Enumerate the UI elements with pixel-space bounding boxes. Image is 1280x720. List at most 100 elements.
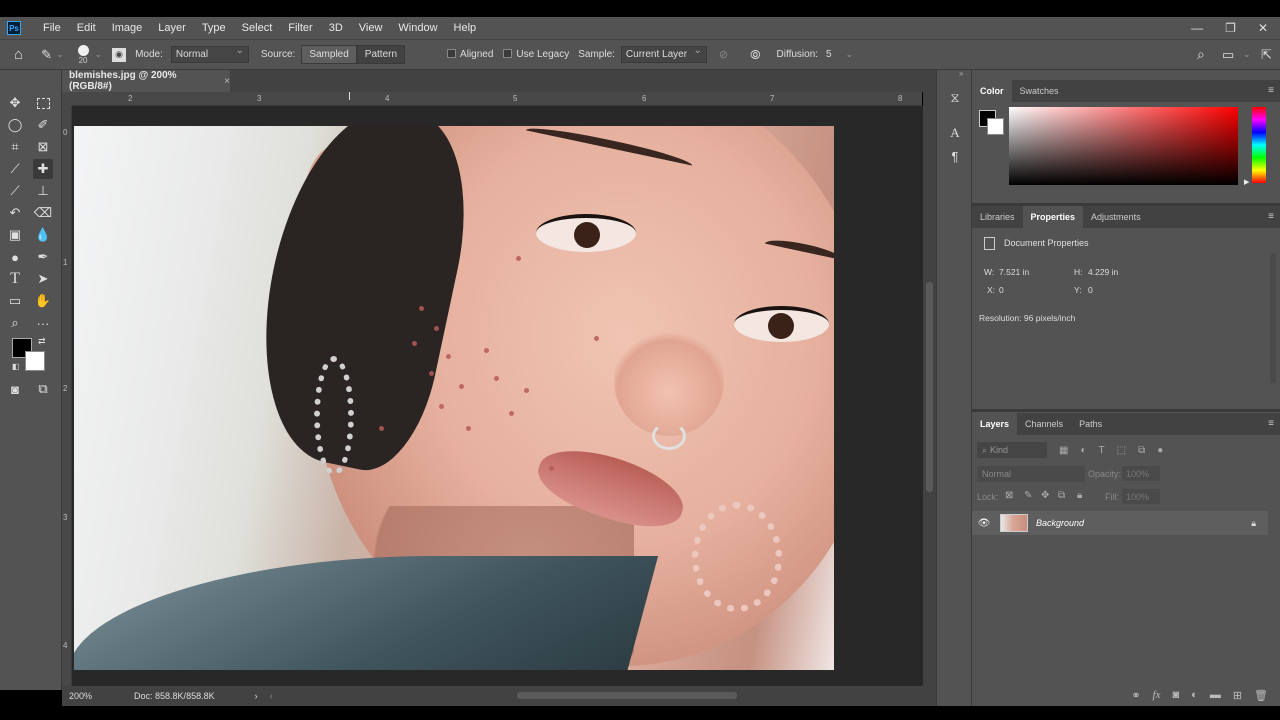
spot-healing-brush-icon[interactable]: ✎ xyxy=(41,47,52,63)
lock-transparent-icon[interactable]: ⊠ xyxy=(1005,490,1013,501)
menu-image[interactable]: Image xyxy=(104,22,151,34)
dodge-tool-icon[interactable]: ● xyxy=(5,247,25,267)
close-window-button[interactable]: ✕ xyxy=(1258,21,1268,35)
quick-mask-icon[interactable]: ◙ xyxy=(5,379,25,399)
use-legacy-option[interactable]: Use Legacy xyxy=(503,49,569,60)
height-value[interactable]: 4.229 in xyxy=(1088,267,1118,277)
menu-type[interactable]: Type xyxy=(194,22,234,34)
minimize-button[interactable]: — xyxy=(1191,21,1203,35)
menu-window[interactable]: Window xyxy=(390,22,445,34)
menu-layer[interactable]: Layer xyxy=(150,22,194,34)
eraser-tool-icon[interactable]: ⌫ xyxy=(33,203,53,223)
layer-visibility-eye-icon[interactable]: 👁︎ xyxy=(974,518,994,529)
lock-artboard-icon[interactable]: ⧉ xyxy=(1058,490,1065,501)
properties-panel-menu-icon[interactable]: ≡ xyxy=(1268,211,1274,222)
close-tab-icon[interactable]: × xyxy=(224,76,230,87)
menu-select[interactable]: Select xyxy=(234,22,281,34)
add-mask-icon[interactable]: ◙ xyxy=(1173,689,1180,701)
lasso-tool-icon[interactable]: ◯ xyxy=(5,115,25,135)
mode-select[interactable]: Normal xyxy=(170,45,249,63)
canvas-area[interactable] xyxy=(72,106,923,686)
swap-colors-icon[interactable]: ⇄ xyxy=(38,336,46,347)
filter-adjustment-icon[interactable]: ◐ xyxy=(1080,445,1086,456)
layer-lock-icon[interactable]: 🔒︎ xyxy=(1251,518,1256,529)
layer-row-background[interactable]: 👁︎ Background 🔒︎ xyxy=(972,511,1268,535)
document-tab[interactable]: blemishes.jpg @ 200% (RGB/8#) × xyxy=(62,70,230,92)
aligned-checkbox[interactable] xyxy=(447,49,457,58)
share-icon[interactable]: ⇱ xyxy=(1261,47,1272,63)
layer-style-icon[interactable]: fx xyxy=(1153,689,1161,701)
brush-dropdown-icon[interactable]: ⌄ xyxy=(95,49,103,60)
vertical-ruler[interactable]: 0 1 2 3 4 xyxy=(62,106,72,686)
color-spectrum[interactable] xyxy=(1009,107,1238,185)
screen-mode-icon[interactable]: ⧉ xyxy=(33,379,53,399)
healing-brush-tool-icon[interactable]: ✚ xyxy=(33,159,53,179)
filter-pixel-icon[interactable]: ▦ xyxy=(1059,445,1068,456)
color-panel-menu-icon[interactable]: ≡ xyxy=(1268,85,1274,96)
restore-button[interactable]: ❐ xyxy=(1225,21,1236,35)
opacity-input[interactable]: 100% xyxy=(1122,466,1160,481)
background-color-swatch[interactable] xyxy=(25,351,45,371)
lock-position-icon[interactable]: ✥ xyxy=(1041,490,1049,501)
brush-size-picker[interactable]: 20 xyxy=(77,44,89,65)
y-value[interactable]: 0 xyxy=(1088,285,1093,295)
blur-tool-icon[interactable]: 💧 xyxy=(33,225,53,245)
workspace-dropdown-icon[interactable]: ⌄ xyxy=(1243,49,1251,60)
eyedropper-tool-icon[interactable]: ⟋ xyxy=(5,159,25,179)
search-icon[interactable]: ⌕ xyxy=(1197,46,1205,63)
delete-layer-icon[interactable]: 🗑︎ xyxy=(1254,689,1268,702)
link-layers-icon[interactable]: ⚭ xyxy=(1131,689,1140,702)
document-image[interactable] xyxy=(74,126,834,670)
lock-image-icon[interactable]: ✎ xyxy=(1024,490,1032,501)
lock-all-icon[interactable]: 🔒︎ xyxy=(1077,490,1082,501)
menu-3d[interactable]: 3D xyxy=(321,22,351,34)
tab-swatches[interactable]: Swatches xyxy=(1012,80,1067,102)
paragraph-panel-icon[interactable]: ¶ xyxy=(947,148,963,164)
filter-shape-icon[interactable]: ⬚ xyxy=(1117,445,1126,456)
rectangle-tool-icon[interactable]: ▭ xyxy=(5,291,25,311)
zoom-level[interactable]: 200% xyxy=(69,691,92,701)
tab-properties[interactable]: Properties xyxy=(1022,206,1084,228)
clone-stamp-tool-icon[interactable]: ⊥ xyxy=(33,181,53,201)
history-panel-icon[interactable]: ⧖ xyxy=(947,90,963,106)
more-tools-icon[interactable]: ··· xyxy=(33,313,53,333)
menu-edit[interactable]: Edit xyxy=(69,22,104,34)
menu-filter[interactable]: Filter xyxy=(280,22,320,34)
tab-adjustments[interactable]: Adjustments xyxy=(1083,206,1149,228)
path-selection-tool-icon[interactable]: ➤ xyxy=(33,269,53,289)
hue-slider[interactable] xyxy=(1252,107,1266,183)
type-tool-icon[interactable]: T xyxy=(5,269,25,289)
pattern-button[interactable]: Pattern xyxy=(356,45,406,64)
hand-tool-icon[interactable]: ✋ xyxy=(33,291,53,311)
character-panel-icon[interactable]: A xyxy=(947,125,963,141)
horizontal-ruler[interactable]: 2 3 4 5 6 7 8 xyxy=(72,92,922,106)
zoom-tool-icon[interactable]: ⌕ xyxy=(5,313,25,333)
fill-input[interactable]: 100% xyxy=(1122,489,1160,504)
menu-file[interactable]: File xyxy=(35,22,69,34)
tab-channels[interactable]: Channels xyxy=(1017,413,1071,435)
pressure-size-icon[interactable]: ◉ xyxy=(112,47,127,62)
panel-divider[interactable] xyxy=(972,409,1280,412)
default-colors-icon[interactable]: ◧ xyxy=(12,362,20,371)
sample-select[interactable]: Current Layer xyxy=(620,45,707,63)
gradient-tool-icon[interactable]: ▣ xyxy=(5,225,25,245)
aligned-option[interactable]: Aligned xyxy=(447,49,493,60)
layers-panel-menu-icon[interactable]: ≡ xyxy=(1268,418,1274,429)
layer-kind-filter[interactable]: ⌕ Kind xyxy=(977,442,1047,458)
tool-preset-dropdown-icon[interactable]: ⌄ xyxy=(56,49,64,60)
tab-paths[interactable]: Paths xyxy=(1071,413,1110,435)
filter-type-icon[interactable]: T xyxy=(1099,445,1105,456)
vertical-scroll-thumb[interactable] xyxy=(926,282,933,492)
frame-tool-icon[interactable]: ⊠ xyxy=(33,137,53,157)
color-panel-background[interactable] xyxy=(987,118,1004,135)
quick-selection-tool-icon[interactable]: ✐ xyxy=(33,115,53,135)
sampled-button[interactable]: Sampled xyxy=(301,45,357,64)
blend-mode-select[interactable]: Normal xyxy=(977,466,1085,482)
new-layer-icon[interactable]: ⊞ xyxy=(1233,689,1242,702)
tab-libraries[interactable]: Libraries xyxy=(972,206,1023,228)
tab-color[interactable]: Color xyxy=(972,80,1012,102)
horizontal-scroll-thumb[interactable] xyxy=(517,692,737,699)
move-tool-icon[interactable]: ✥ xyxy=(5,93,25,113)
crop-tool-icon[interactable]: ⌗ xyxy=(5,137,25,157)
diffusion-dropdown-icon[interactable]: ⌄ xyxy=(846,49,854,60)
